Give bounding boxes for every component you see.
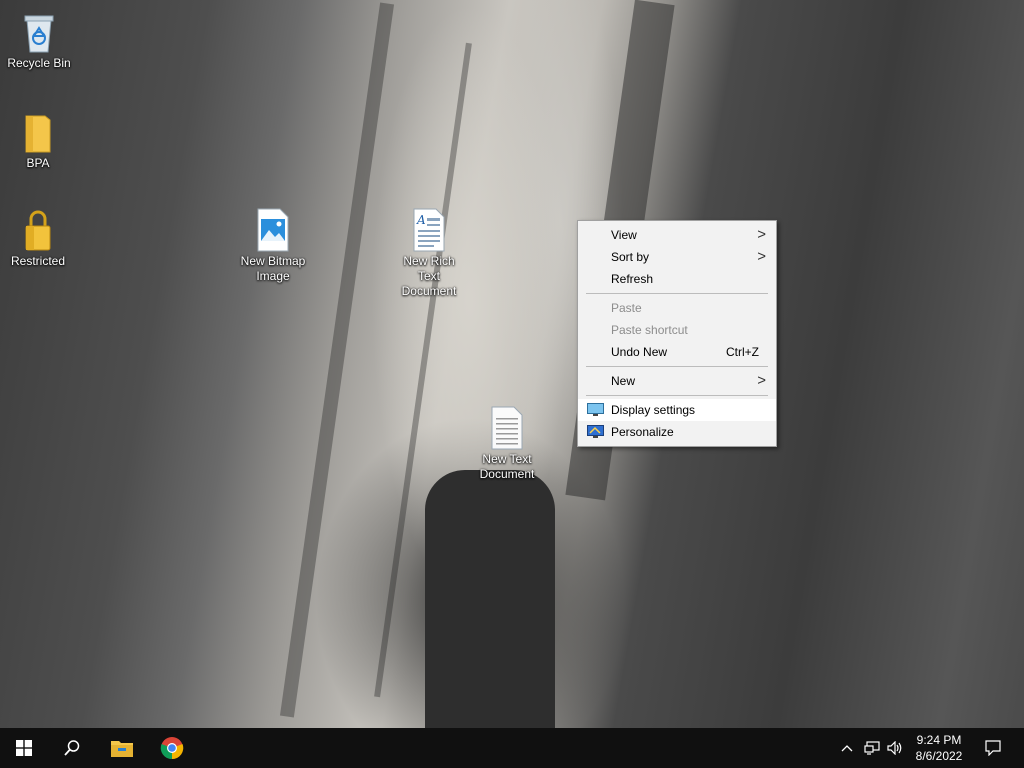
text-file-icon [469, 404, 545, 450]
desktop-context-menu: View > Sort by > Refresh Paste Paste sho… [577, 220, 777, 447]
desktop-icon-bpa[interactable]: BPA [0, 108, 76, 171]
lock-folder-icon [0, 206, 76, 252]
search-button[interactable] [48, 728, 96, 768]
desktop-icon-restricted[interactable]: Restricted [0, 206, 76, 269]
desktop-icon-label: Restricted [10, 254, 66, 268]
desktop-icon-label: New Text Document [479, 452, 535, 481]
show-hidden-icons-button[interactable] [836, 728, 858, 768]
windows-start-icon [16, 740, 32, 756]
personalize-icon [587, 425, 604, 438]
desktop-icon-label: BPA [26, 156, 50, 170]
desktop[interactable]: Recycle Bin BPA Restricted New Bitmap Im… [0, 0, 1024, 728]
display-settings-icon [587, 403, 604, 416]
menu-item-display-settings[interactable]: Display settings [578, 399, 776, 421]
menu-item-label: Undo New [611, 345, 668, 359]
action-center-button[interactable] [978, 728, 1008, 768]
clock-date: 8/6/2022 [915, 749, 963, 763]
menu-item-refresh[interactable]: Refresh [578, 268, 776, 290]
action-center-icon [985, 740, 1001, 756]
desktop-icon-new-text-document[interactable]: New Text Document [469, 404, 545, 482]
taskbar: 9:24 PM 8/6/2022 [0, 728, 1024, 768]
bitmap-file-icon [235, 206, 311, 252]
rich-text-file-icon: A [391, 206, 467, 252]
svg-text:A: A [416, 213, 426, 227]
menu-item-new[interactable]: New > [578, 370, 776, 392]
taskbar-chrome[interactable] [148, 728, 196, 768]
volume-icon [887, 741, 902, 755]
menu-item-paste-shortcut: Paste shortcut [578, 319, 776, 341]
submenu-arrow-icon: > [757, 226, 766, 243]
folder-icon [0, 108, 76, 154]
wallpaper-streak [279, 2, 395, 718]
desktop-icon-new-rich-text-document[interactable]: A New Rich Text Document [391, 206, 467, 299]
desktop-icon-label: New Rich Text Document [401, 254, 457, 298]
menu-item-sort-by[interactable]: Sort by > [578, 246, 776, 268]
submenu-arrow-icon: > [757, 372, 766, 389]
desktop-icon-label: New Bitmap Image [240, 254, 306, 283]
menu-separator [586, 293, 768, 294]
menu-item-label: Paste shortcut [611, 323, 688, 337]
chevron-up-icon [841, 745, 853, 752]
menu-item-label: Sort by [611, 250, 650, 264]
file-explorer-icon [111, 741, 133, 757]
menu-separator [586, 395, 768, 396]
menu-item-view[interactable]: View > [578, 224, 776, 246]
menu-separator [586, 366, 768, 367]
desktop-icon-label: Recycle Bin [7, 56, 71, 70]
taskbar-file-explorer[interactable] [98, 728, 146, 768]
menu-item-label: Personalize [611, 425, 674, 439]
clock-time: 9:24 PM [916, 733, 962, 747]
menu-item-label: Display settings [611, 403, 696, 417]
search-icon [64, 740, 80, 756]
menu-item-label: Refresh [611, 272, 654, 286]
menu-item-label: New [611, 374, 636, 388]
wallpaper-rock [425, 470, 555, 728]
network-button[interactable] [860, 728, 884, 768]
menu-item-label: Paste [611, 301, 642, 315]
menu-item-label: View [611, 228, 637, 242]
desktop-icon-new-bitmap-image[interactable]: New Bitmap Image [235, 206, 311, 284]
menu-item-personalize[interactable]: Personalize [578, 421, 776, 443]
volume-button[interactable] [884, 728, 906, 768]
chrome-icon [160, 737, 184, 760]
start-button[interactable] [0, 728, 48, 768]
menu-item-paste: Paste [578, 297, 776, 319]
network-icon [864, 741, 880, 755]
desktop-icon-recycle-bin[interactable]: Recycle Bin [1, 8, 77, 71]
taskbar-clock[interactable]: 9:24 PM 8/6/2022 [904, 732, 974, 764]
menu-item-undo-new[interactable]: Undo New Ctrl+Z [578, 341, 776, 363]
menu-item-shortcut: Ctrl+Z [726, 345, 759, 359]
submenu-arrow-icon: > [757, 248, 766, 265]
recycle-bin-icon [1, 8, 77, 54]
